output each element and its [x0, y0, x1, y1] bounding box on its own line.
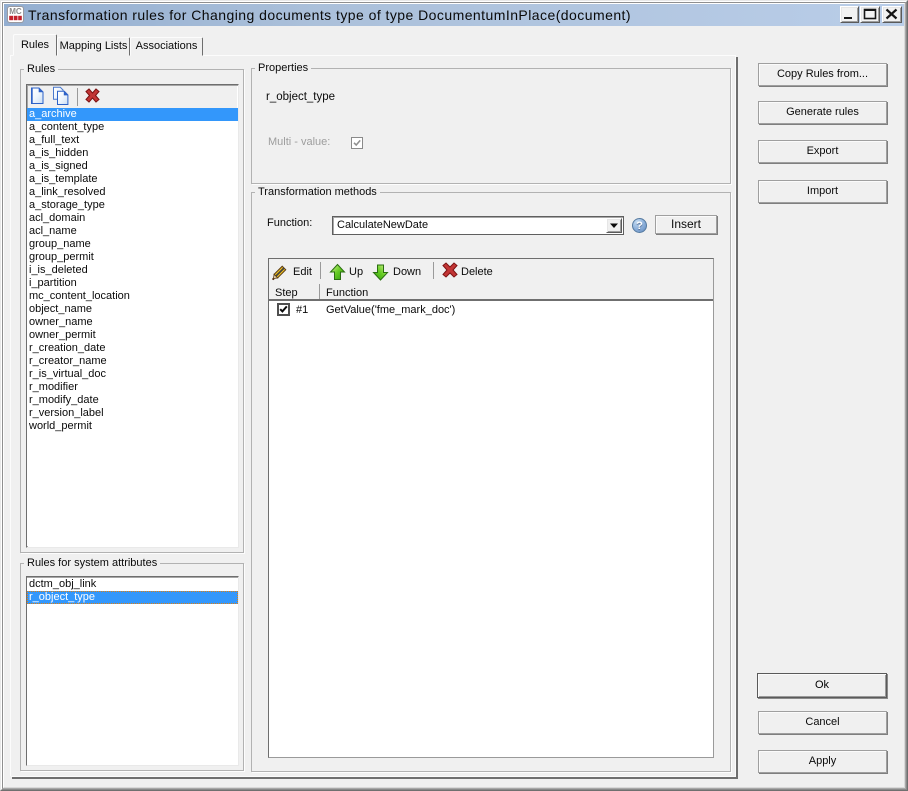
svg-text:MC: MC: [9, 7, 22, 16]
